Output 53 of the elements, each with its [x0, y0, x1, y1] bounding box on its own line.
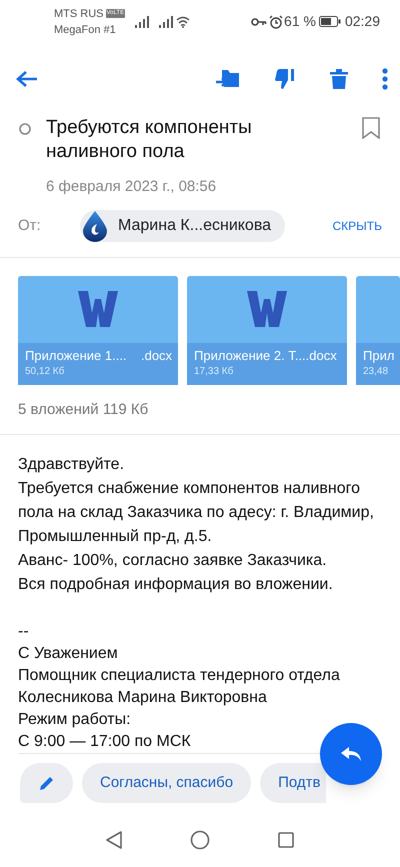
word-document-icon: [78, 291, 118, 328]
sender-chip[interactable]: Марина К...есникова: [80, 210, 286, 242]
pencil-icon: [40, 776, 54, 790]
more-icon[interactable]: [382, 68, 388, 90]
attachment-name: Приложение 2. Т....docx: [194, 348, 338, 364]
reply-icon: [340, 746, 362, 762]
attachment-size: 50,12 Кб: [25, 364, 66, 379]
attachment-size: 17,33 Кб: [194, 364, 234, 379]
clock: 02:29: [344, 12, 380, 32]
attachments-summary: 5 вложений 119 Кб: [17, 400, 150, 420]
carrier-name: MegaFon #1: [54, 22, 117, 38]
thumbs-down-icon[interactable]: [274, 68, 296, 90]
signal-icon: [159, 16, 174, 28]
drop-logo-icon: [80, 210, 110, 242]
back-icon[interactable]: [16, 70, 38, 88]
message-subject: Требуются компоненты наливного пола: [46, 116, 253, 164]
home-nav-icon[interactable]: [190, 830, 210, 850]
body-paragraph: Аванс- 100%, согласно заявке Заказчика.: [18, 551, 328, 572]
attachment-name: Прил: [363, 348, 396, 364]
unread-indicator[interactable]: [18, 122, 32, 136]
quick-reply-chip[interactable]: Подтв: [260, 763, 326, 804]
word-document-icon: [247, 291, 287, 328]
attachment-card[interactable]: Приложение 1.... .docx 50,12 Кб: [18, 276, 178, 385]
carrier-name: MTS RUS: [54, 6, 104, 22]
hide-link[interactable]: СКРЫТЬ: [332, 216, 382, 235]
signature-line: Колесникова Марина Викторовна: [18, 688, 268, 708]
signature-line: Помощник специалиста тендерного отдела: [18, 666, 341, 686]
alarm-icon: [269, 14, 284, 29]
body-paragraph: Требуется снабжение компонентов наливного пола на склад Заказчика по адесу: г. Владимир, Промышленный пр-д, д.5.: [18, 479, 375, 548]
bookmark-icon[interactable]: [362, 116, 380, 139]
from-label: От:: [18, 216, 42, 236]
battery-icon: [318, 16, 341, 28]
battery-percent: 61 %: [284, 12, 316, 32]
signature-line: --: [18, 622, 30, 642]
attachment-card[interactable]: Приложение 2. Т....docx 17,33 Кб: [187, 276, 347, 385]
message-date: 6 февраля 2023 г., 08:56: [45, 176, 218, 197]
signature-line: Режим работы:: [18, 710, 132, 730]
signal-icon: [135, 16, 150, 28]
body-paragraph: Вся подробная информация во вложении.: [18, 575, 334, 596]
recents-nav-icon[interactable]: [278, 832, 294, 848]
quick-reply-chip[interactable]: Согласны, спасибо: [82, 763, 252, 804]
signature-line: С 9:00 — 17:00 по МСК: [18, 732, 192, 752]
folder-icon[interactable]: [216, 68, 240, 90]
signature-line: С Уважением: [18, 644, 119, 664]
attachment-name: Приложение 1.... .docx: [25, 348, 174, 364]
wifi-icon: [176, 16, 190, 28]
attachment-card[interactable]: Прил 23,48: [356, 276, 400, 385]
key-icon: [251, 16, 268, 27]
trash-icon[interactable]: [330, 68, 348, 90]
attachment-size: 23,48: [363, 364, 390, 379]
compose-button[interactable]: [20, 763, 73, 804]
back-nav-icon[interactable]: [106, 830, 122, 849]
body-paragraph: Здравствуйте.: [18, 455, 126, 476]
